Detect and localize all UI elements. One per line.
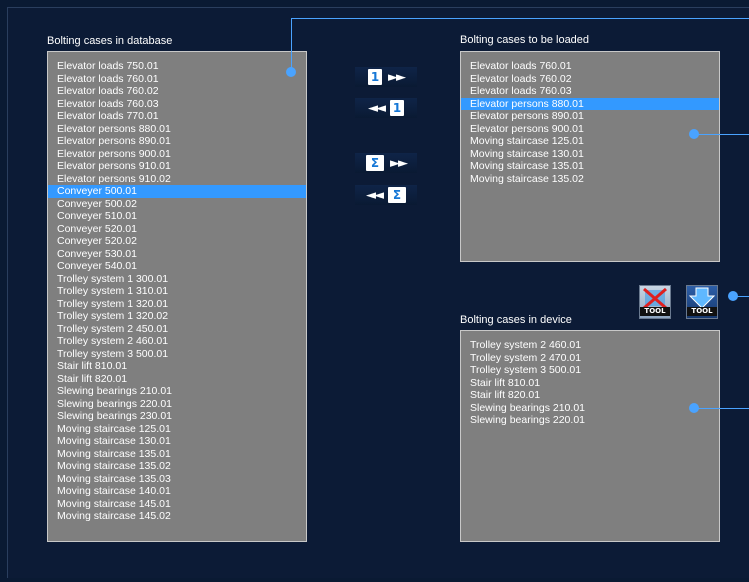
list-item[interactable]: Moving staircase 135.02 [48,460,306,473]
list-item[interactable]: Slewing bearings 210.01 [461,402,719,415]
single-case-icon: 1 [390,100,404,116]
list-item[interactable]: Moving staircase 135.01 [461,160,719,173]
list-item[interactable]: Moving staircase 125.01 [48,423,306,436]
list-item[interactable]: Slewing bearings 210.01 [48,385,306,398]
list-item[interactable]: Trolley system 2 460.01 [461,339,719,352]
all-cases-icon: Σ [388,187,406,203]
list-item[interactable]: Conveyer 540.01 [48,260,306,273]
list-item[interactable]: Stair lift 820.01 [48,373,306,386]
list-item[interactable]: Stair lift 810.01 [461,377,719,390]
list-item[interactable]: Elevator loads 760.01 [48,73,306,86]
list-item[interactable]: Trolley system 2 450.01 [48,323,306,336]
list-item[interactable]: Conveyer 510.01 [48,210,306,223]
list-item[interactable]: Trolley system 1 320.02 [48,310,306,323]
list-item[interactable]: Elevator persons 910.01 [48,160,306,173]
download-tool-button[interactable]: TOOL [686,285,718,319]
list-item[interactable]: Elevator loads 760.03 [461,85,719,98]
remove-selected-button[interactable]: ◄◄ 1 [355,98,417,118]
list-item[interactable]: Trolley system 1 320.01 [48,298,306,311]
database-label: Bolting cases in database [47,35,173,47]
list-item[interactable]: Conveyer 530.01 [48,248,306,261]
list-item[interactable]: Moving staircase 130.01 [461,148,719,161]
list-item[interactable]: Elevator persons 910.02 [48,173,306,186]
callout-dot [728,291,738,301]
list-item[interactable]: Conveyer 520.01 [48,223,306,236]
list-item[interactable]: Elevator persons 880.01 [461,97,719,110]
list-item[interactable]: Elevator persons 900.01 [461,123,719,136]
forward-arrows-icon: ►► [388,69,406,85]
tool-tag: TOOL [640,307,670,316]
list-item[interactable]: Moving staircase 135.02 [461,173,719,186]
forward-arrows-icon: ►► [390,155,408,171]
list-item[interactable]: Slewing bearings 220.01 [461,414,719,427]
list-item[interactable]: Moving staircase 135.03 [48,473,306,486]
tool-tag: TOOL [687,307,717,316]
device-list[interactable]: Trolley system 2 460.01 Trolley system 2 … [460,330,720,542]
callout-dot [689,129,699,139]
list-item[interactable]: Elevator loads 750.01 [48,60,306,73]
list-item[interactable]: Elevator loads 760.03 [48,98,306,111]
list-item[interactable]: Trolley system 3 500.01 [461,364,719,377]
to-be-loaded-label: Bolting cases to be loaded [460,34,590,46]
list-item[interactable]: Stair lift 820.01 [461,389,719,402]
list-item[interactable]: Elevator persons 890.01 [48,135,306,148]
list-item[interactable]: Trolley system 3 500.01 [48,348,306,361]
list-item[interactable]: Elevator persons 880.01 [48,123,306,136]
device-label: Bolting cases in device [460,314,572,326]
callout-dot [689,403,699,413]
back-arrows-icon: ◄◄ [366,187,384,203]
list-item[interactable]: Elevator loads 770.01 [48,110,306,123]
callout-line [291,18,292,72]
callout-dot [286,67,296,77]
list-item[interactable]: Trolley system 1 300.01 [48,273,306,286]
list-item[interactable]: Moving staircase 145.01 [48,498,306,511]
list-item[interactable]: Moving staircase 135.01 [48,448,306,461]
list-item[interactable]: Conveyer 500.02 [48,198,306,211]
list-item[interactable]: Elevator persons 890.01 [461,110,719,123]
list-item[interactable]: Conveyer 500.01 [48,185,306,198]
all-cases-icon: Σ [366,155,384,171]
callout-line [695,408,749,409]
list-item[interactable]: Elevator persons 900.01 [48,148,306,161]
list-item[interactable]: Slewing bearings 220.01 [48,398,306,411]
callout-line [291,18,749,19]
list-item[interactable]: Stair lift 810.01 [48,360,306,373]
list-item[interactable]: Moving staircase 145.02 [48,510,306,523]
remove-all-button[interactable]: ◄◄ Σ [355,185,417,205]
list-item[interactable]: Elevator loads 760.02 [48,85,306,98]
list-item[interactable]: Moving staircase 125.01 [461,135,719,148]
list-item[interactable]: Trolley system 1 310.01 [48,285,306,298]
delete-tool-button[interactable]: TOOL [639,285,671,319]
list-item[interactable]: Moving staircase 140.01 [48,485,306,498]
list-item[interactable]: Slewing bearings 230.01 [48,410,306,423]
list-item[interactable]: Moving staircase 130.01 [48,435,306,448]
to-be-loaded-list[interactable]: Elevator loads 760.01 Elevator loads 760.… [460,51,720,262]
single-case-icon: 1 [368,69,382,85]
add-selected-button[interactable]: 1 ►► [355,67,417,87]
list-item[interactable]: Conveyer 520.02 [48,235,306,248]
add-all-button[interactable]: Σ ►► [355,153,417,173]
database-list[interactable]: Elevator loads 750.01 Elevator loads 760.… [47,51,307,542]
back-arrows-icon: ◄◄ [368,100,386,116]
list-item[interactable]: Trolley system 2 470.01 [461,352,719,365]
callout-line [695,134,749,135]
list-item[interactable]: Trolley system 2 460.01 [48,335,306,348]
list-item[interactable]: Elevator loads 760.01 [461,60,719,73]
list-item[interactable]: Elevator loads 760.02 [461,73,719,86]
